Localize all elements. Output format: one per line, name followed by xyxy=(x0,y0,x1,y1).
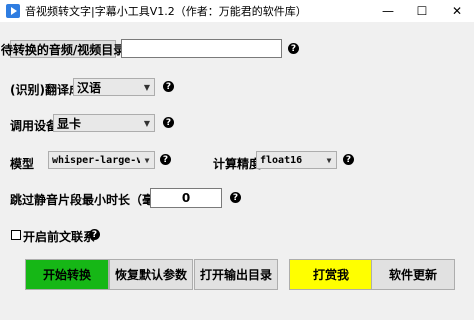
help-icon-context[interactable]: ? xyxy=(89,229,100,240)
maximize-button[interactable]: ☐ xyxy=(405,0,439,22)
close-button[interactable]: ✕ xyxy=(440,0,474,22)
model-selected-value: whisper-large-v2 xyxy=(52,154,140,166)
help-icon-model[interactable]: ? xyxy=(160,154,171,165)
software-update-button[interactable]: 软件更新 xyxy=(371,259,455,290)
chevron-down-icon: ▼ xyxy=(143,118,151,128)
window-title: 音视频转文字|字幕小工具V1.2（作者：万能君的软件库） xyxy=(25,5,307,18)
chevron-down-icon: ▼ xyxy=(143,82,151,92)
language-selected-value: 汉语 xyxy=(77,80,102,95)
title-bar[interactable]: 音视频转文字|字幕小工具V1.2（作者：万能君的软件库） — ☐ ✕ xyxy=(0,0,474,22)
donate-button[interactable]: 打赏我 xyxy=(289,259,373,290)
help-icon-precision[interactable]: ? xyxy=(343,154,354,165)
choose-source-directory-button[interactable]: 待转换的音频/视频目录 xyxy=(1,40,125,58)
model-label: 模型 xyxy=(10,157,35,171)
app-window: 音视频转文字|字幕小工具V1.2（作者：万能君的软件库） — ☐ ✕ 待转换的音… xyxy=(0,0,474,320)
help-icon-source[interactable]: ? xyxy=(288,43,299,54)
device-label: 调用设备 xyxy=(10,119,59,133)
reset-defaults-button[interactable]: 恢复默认参数 xyxy=(109,259,193,290)
context-checkbox[interactable] xyxy=(11,230,21,240)
open-output-directory-button[interactable]: 打开输出目录 xyxy=(194,259,278,290)
precision-selected-value: float16 xyxy=(260,154,303,166)
help-icon-device[interactable]: ? xyxy=(163,117,174,128)
precision-label: 计算精度 xyxy=(213,157,262,171)
context-label: 开启前文联系 xyxy=(23,230,96,244)
source-directory-input[interactable] xyxy=(121,39,282,58)
chevron-down-icon: ▼ xyxy=(144,155,150,165)
app-icon xyxy=(6,4,20,18)
silence-duration-input[interactable]: 0 xyxy=(150,188,222,208)
language-select[interactable]: 汉语 ▼ xyxy=(73,78,155,96)
precision-select[interactable]: float16 ▼ xyxy=(256,151,337,169)
help-icon-silence[interactable]: ? xyxy=(230,192,241,203)
chevron-down-icon: ▼ xyxy=(326,155,332,165)
device-selected-value: 显卡 xyxy=(57,116,82,131)
language-label: (识别)翻译成 xyxy=(10,83,81,97)
start-conversion-button[interactable]: 开始转换 xyxy=(25,259,109,290)
model-select[interactable]: whisper-large-v2 ▼ xyxy=(48,151,155,169)
minimize-button[interactable]: — xyxy=(371,0,405,22)
help-icon-language[interactable]: ? xyxy=(163,81,174,92)
device-select[interactable]: 显卡 ▼ xyxy=(53,114,155,132)
